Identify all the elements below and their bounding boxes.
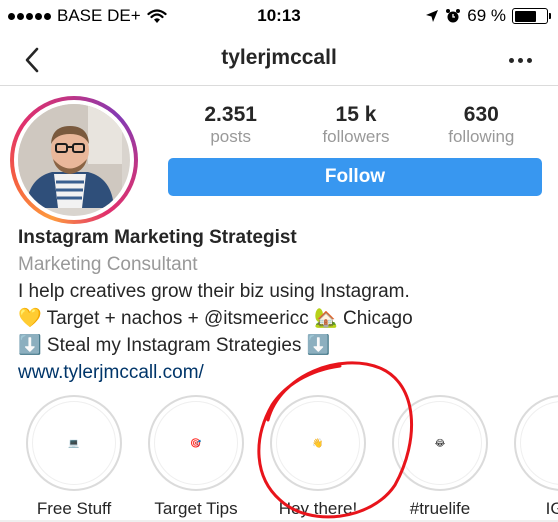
highlight-truelife[interactable]: 😂 #truelife [385,395,495,519]
stat-label: followers [322,127,390,146]
highlight-hey-there[interactable]: 👋 Hey there! [263,395,373,519]
stat-followers[interactable]: 15 k followers [293,103,418,147]
battery-fill [514,10,536,22]
bio-line: ⬇️ Steal my Instagram Strategies ⬇️ [18,335,331,356]
highlight-target-tips[interactable]: 🎯 Target Tips [141,395,251,519]
story-highlights: 💻 Free Stuff 🎯 Target Tips 👋 Hey there! … [0,395,558,522]
status-bar: BASE DE+ 10:13 69 % [0,0,558,34]
stat-value: 630 [463,103,499,126]
location-arrow-icon [426,10,439,22]
bio-line: I help creatives grow their biz using In… [18,281,410,302]
more-horizontal-icon [508,57,514,63]
page-title: tylerjmccall [221,46,337,69]
profile-category: Marketing Consultant [18,254,198,275]
stat-following[interactable]: 630 following [419,103,544,147]
profile-stats: 2.351 posts 15 k followers 630 following [168,103,544,147]
avatar-photo [18,104,130,216]
battery-percent: 69 % [467,6,506,25]
highlight-label: Free Stuff [36,499,112,518]
more-options-button[interactable] [500,40,540,80]
profile-website-link[interactable]: www.tylerjmccall.com/ [18,359,548,386]
highlight-label: Target Tips [154,499,238,518]
highlight-cover-icon [520,401,558,485]
highlight-label: Hey there! [278,499,358,518]
person-illustration [18,104,122,208]
stat-label: posts [210,127,251,146]
stat-value: 2.351 [204,103,257,126]
target-icon: 🎯 [154,401,238,485]
battery-icon [512,8,551,24]
follow-button[interactable]: Follow [168,158,542,196]
profile-bio: Instagram Marketing Strategist Marketing… [18,224,548,386]
highlight-label: #truelife [409,499,471,518]
status-right: 69 % [425,6,551,26]
profile-name: Instagram Marketing Strategist [18,227,297,248]
nav-bar: tylerjmccall [0,34,558,86]
highlight-label: IG T [545,499,558,518]
stat-label: following [448,127,515,146]
stat-value: 15 k [335,103,377,126]
stat-posts[interactable]: 2.351 posts [168,103,293,147]
alarm-icon [446,9,461,23]
laptop-icon: 💻 [32,401,116,485]
profile-avatar[interactable] [10,96,138,224]
highlight-ig-tips[interactable]: IG T [507,395,558,519]
waving-hand-icon: 👋 [276,401,360,485]
laughing-face-icon: 😂 [398,401,482,485]
bio-line: 💛 Target + nachos + @itsmeericc 🏡 Chicag… [18,308,413,329]
highlight-free-stuff[interactable]: 💻 Free Stuff [19,395,129,519]
